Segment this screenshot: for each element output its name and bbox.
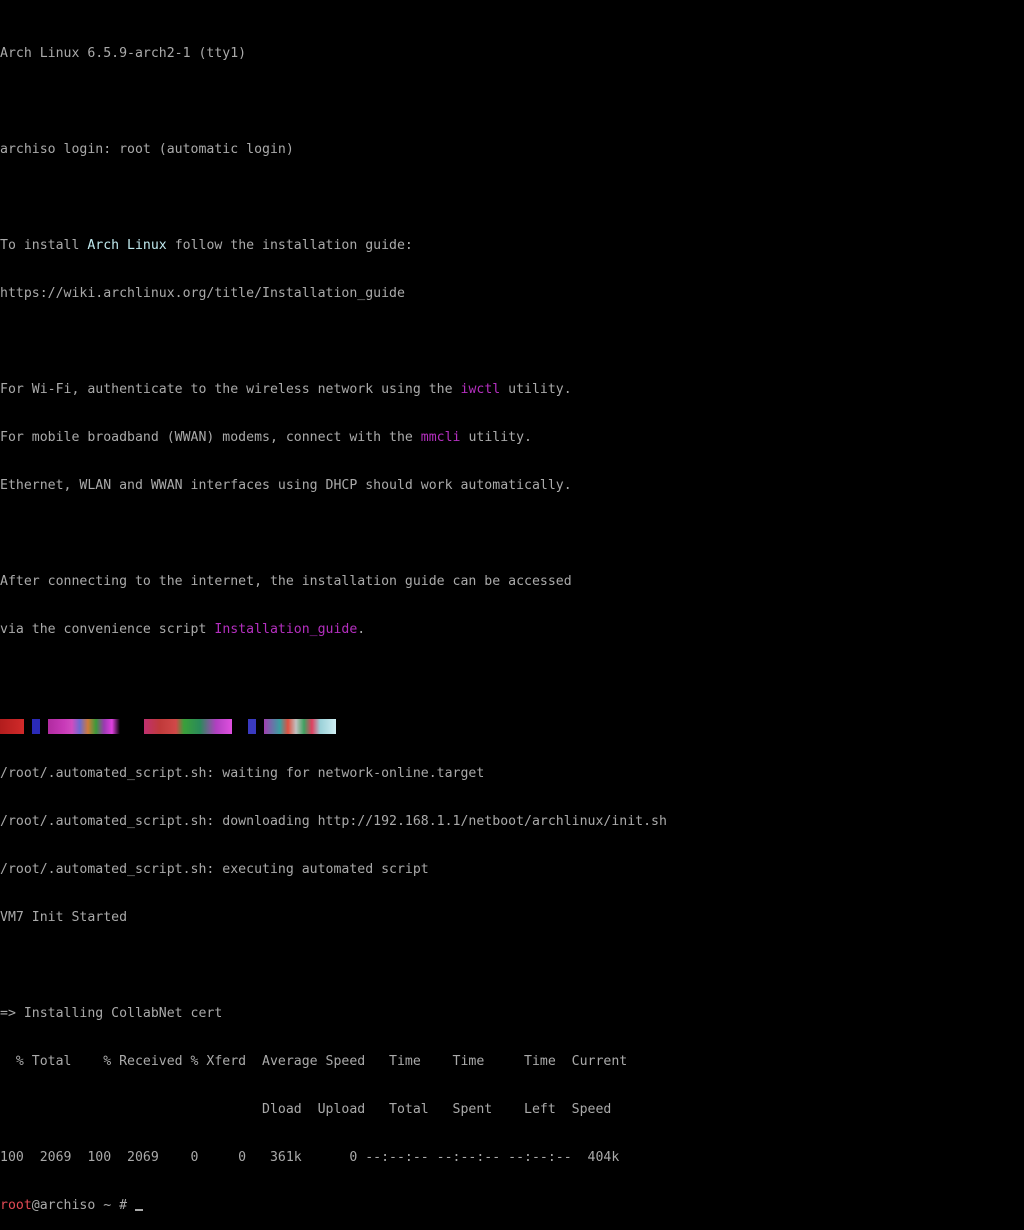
install-guide-url: https://wiki.archlinux.org/title/Install… [0,286,405,301]
wifi-line: For Wi-Fi, authenticate to the wireless … [0,382,1024,398]
kernel-banner: Arch Linux 6.5.9-arch2-1 (tty1) [0,46,247,61]
install-guide-line: To install Arch Linux follow the install… [0,238,1024,254]
script-line-executing: /root/.automated_script.sh: executing au… [0,862,429,877]
ethernet-line: Ethernet, WLAN and WWAN interfaces using… [0,478,572,493]
install-text-post: follow the installation guide: [166,238,413,253]
mobile-text-post: utility. [460,430,532,445]
prompt-host: @archiso ~ # [31,1198,135,1213]
login-message: archiso login: root (automatic login) [0,142,294,157]
shell-prompt[interactable]: root@archiso ~ # [0,1198,1024,1214]
arch-linux-highlight: Arch Linux [87,238,167,253]
color-test-bar [0,718,1024,734]
curl-header-1: % Total % Received % Xferd Average Speed… [0,1054,628,1069]
mobile-line: For mobile broadband (WWAN) modems, conn… [0,430,1024,446]
init-started-line: VM7 Init Started [0,910,128,925]
cert-install-line: => Installing CollabNet cert [0,1006,223,1021]
script-line-downloading: /root/.automated_script.sh: downloading … [0,814,667,829]
after-text-pre: via the convenience script [0,622,215,637]
iwctl-highlight: iwctl [460,382,501,397]
wifi-text-pre: For Wi-Fi, authenticate to the wireless … [0,382,461,397]
curl-progress: 100 2069 100 2069 0 0 361k 0 --:--:-- --… [0,1150,620,1165]
install-text-pre: To install [0,238,88,253]
curl-header-2: Dload Upload Total Spent Left Speed [0,1102,612,1117]
after-text-post: . [357,622,366,637]
mmcli-highlight: mmcli [420,430,461,445]
script-line-waiting: /root/.automated_script.sh: waiting for … [0,766,485,781]
wifi-text-post: utility. [500,382,572,397]
tty-console[interactable]: Arch Linux 6.5.9-arch2-1 (tty1) archiso … [0,14,1024,1213]
prompt-user: root [0,1198,32,1213]
installation-guide-highlight: Installation_guide [214,622,358,637]
after-connect-line: After connecting to the internet, the in… [0,574,572,589]
text-cursor [134,1209,143,1211]
convenience-script-line: via the convenience script Installation_… [0,622,1024,638]
color-test-strip [0,719,336,734]
mobile-text-pre: For mobile broadband (WWAN) modems, conn… [0,430,421,445]
